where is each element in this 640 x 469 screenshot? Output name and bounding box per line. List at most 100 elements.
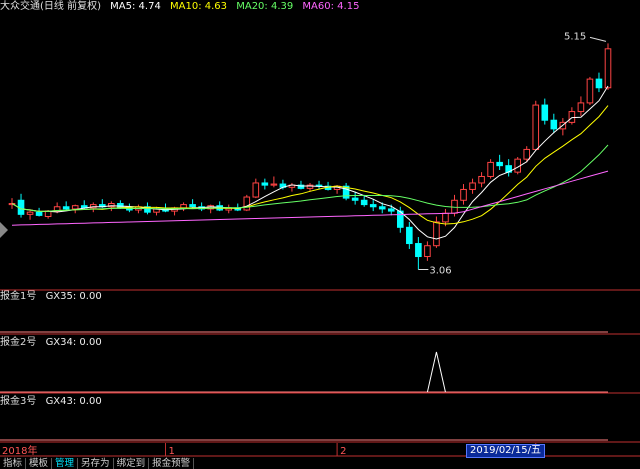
candle[interactable] (532, 100, 540, 151)
tab-bar-filler (194, 458, 640, 469)
candle-body (387, 208, 395, 212)
candle[interactable] (487, 159, 494, 179)
indicator-2-label: 报金2号 GX34: 0.00 (0, 337, 108, 349)
candle[interactable] (153, 206, 160, 216)
left-edge-marker (0, 222, 8, 238)
candle[interactable] (216, 201, 223, 212)
indicator-3-name: 报金3号 (0, 396, 37, 407)
candle[interactable] (270, 176, 278, 188)
indicator-2-value: GX34: 0.00 (45, 337, 102, 348)
axis-label: 1 (169, 446, 175, 457)
candle[interactable] (207, 204, 214, 214)
candle[interactable] (469, 178, 476, 194)
candle[interactable] (17, 193, 25, 218)
tab-template[interactable]: 模板 (26, 458, 53, 469)
candle[interactable] (225, 204, 233, 214)
high-arrow (589, 36, 607, 42)
candle[interactable] (586, 76, 594, 106)
stock-chart-window: 5.153.06 2018年123 大众交通(日线 前复权) MA5: 4.74… (0, 0, 640, 469)
ma60-value: MA60: 4.15 (302, 1, 360, 12)
candle-body (406, 226, 413, 245)
candle-body (487, 161, 494, 177)
indicator-3-label: 报金3号 GX43: 0.00 (0, 396, 108, 408)
candle-body (586, 78, 594, 104)
candle-body (62, 206, 70, 210)
axis-label: 2018年 (2, 444, 37, 457)
tab-manage[interactable]: 管理 (52, 458, 79, 469)
tab-alert[interactable]: 报金预警 (149, 458, 195, 469)
indicator-1-value: GX35: 0.00 (45, 291, 102, 302)
candle-body (270, 183, 278, 186)
candle-body (577, 102, 585, 113)
candle[interactable] (261, 178, 269, 190)
candle[interactable] (198, 202, 205, 212)
candle[interactable] (252, 178, 260, 199)
low-price-label: 3.06 (429, 266, 451, 277)
candle-body (71, 205, 79, 210)
candle[interactable] (433, 216, 440, 248)
tab-save-as[interactable]: 另存为 (78, 458, 114, 469)
candle[interactable] (288, 182, 296, 192)
candle[interactable] (505, 159, 512, 177)
candle[interactable] (595, 72, 603, 93)
candle-body (523, 148, 531, 160)
candle[interactable] (243, 194, 251, 212)
indicator-1-name: 报金1号 (0, 291, 37, 302)
candle-body (442, 212, 449, 223)
high-price-label: 5.15 (564, 31, 586, 42)
chart-header: 大众交通(日线 前复权) MA5: 4.74 MA10: 4.63 MA20: … (0, 1, 365, 13)
candle[interactable] (342, 182, 350, 201)
candle-body (378, 206, 386, 210)
candle-body (424, 245, 431, 258)
candle-body (415, 243, 422, 258)
candle-body (351, 197, 359, 201)
ma20-value: MA20: 4.39 (236, 1, 294, 12)
candle-body (568, 111, 576, 123)
indicator-panels (0, 289, 640, 443)
candle[interactable] (496, 154, 503, 170)
crosshair-date-badge: 2019/02/15/五 (466, 444, 546, 458)
candle[interactable] (406, 221, 413, 249)
candle-body (460, 188, 467, 201)
candle[interactable] (577, 96, 585, 116)
candle-body (604, 48, 612, 89)
candle-body (369, 204, 377, 208)
ma20-line (11, 144, 609, 212)
indicator-3-value: GX43: 0.00 (45, 396, 102, 407)
candle-body (478, 175, 485, 184)
tab-indicator[interactable]: 指标 (0, 458, 27, 469)
candle[interactable] (568, 107, 576, 125)
indicator-1-label: 报金1号 GX35: 0.00 (0, 291, 108, 303)
candle[interactable] (541, 98, 549, 125)
candle[interactable] (415, 237, 422, 270)
candle[interactable] (604, 43, 612, 90)
candle[interactable] (369, 199, 377, 212)
candle-body (532, 104, 540, 150)
candle[interactable] (180, 202, 187, 212)
candle-body (189, 204, 196, 208)
candle-body (26, 211, 34, 215)
candle-body (541, 104, 549, 121)
tab-bind-to[interactable]: 绑定到 (114, 458, 150, 469)
bottom-tab-bar: 指标 模板 管理 另存为 绑定到 报金预警 (0, 458, 640, 469)
ma10-value: MA10: 4.63 (170, 1, 228, 12)
candle[interactable] (550, 113, 558, 134)
candle[interactable] (460, 184, 467, 205)
candle[interactable] (351, 191, 359, 205)
candle[interactable] (62, 201, 70, 212)
candle-body (496, 161, 503, 167)
candle[interactable] (35, 207, 43, 217)
ma60-line (11, 170, 609, 226)
stock-title: 大众交通(日线 前复权) (0, 1, 101, 12)
indicator-2-spike (426, 351, 446, 393)
candle[interactable] (324, 181, 332, 191)
ma5-value: MA5: 4.74 (110, 1, 161, 12)
candle-body (243, 196, 251, 211)
candle[interactable] (297, 180, 305, 190)
axis-label: 2 (340, 446, 346, 457)
candle-body (35, 211, 43, 216)
candle[interactable] (424, 241, 431, 261)
candle-body (252, 182, 260, 198)
candle-body (180, 204, 187, 209)
candle[interactable] (478, 172, 485, 188)
